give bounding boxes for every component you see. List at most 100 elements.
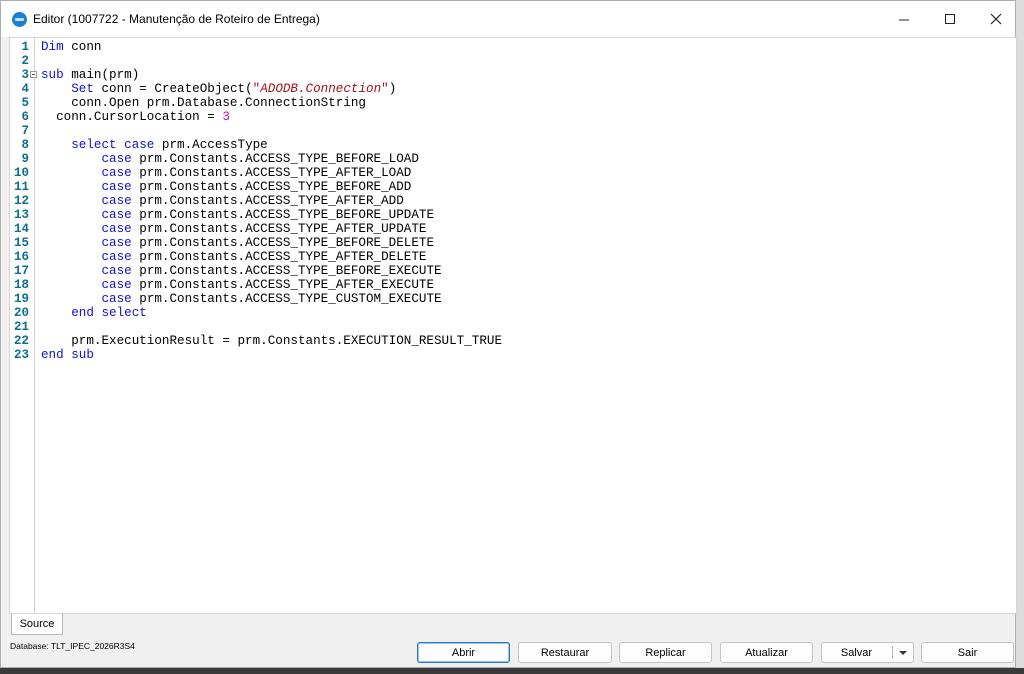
code-line[interactable]: 13 case prm.Constants.ACCESS_TYPE_BEFORE… (10, 208, 1016, 222)
code-text[interactable]: case prm.Constants.ACCESS_TYPE_BEFORE_EX… (41, 264, 442, 278)
code-keyword: case (101, 236, 132, 250)
code-line[interactable]: 19 case prm.Constants.ACCESS_TYPE_CUSTOM… (10, 292, 1016, 306)
code-text[interactable]: case prm.Constants.ACCESS_TYPE_AFTER_LOA… (41, 166, 411, 180)
code-line[interactable]: 22 prm.ExecutionResult = prm.Constants.E… (10, 334, 1016, 348)
code-text[interactable]: Dim conn (41, 40, 101, 54)
line-number: 1 (21, 40, 29, 54)
line-number: 10 (13, 166, 29, 180)
code-keyword: end select (71, 306, 147, 320)
code-line[interactable]: 10 case prm.Constants.ACCESS_TYPE_AFTER_… (10, 166, 1016, 180)
code-text[interactable]: case prm.Constants.ACCESS_TYPE_BEFORE_DE… (41, 236, 434, 250)
code-line[interactable]: 5 conn.Open prm.Database.ConnectionStrin… (10, 96, 1016, 110)
atualizar-button[interactable]: Atualizar (720, 642, 813, 663)
line-number: 19 (13, 292, 29, 306)
code-token: prm.Constants.ACCESS_TYPE_AFTER_DELETE (131, 250, 427, 264)
code-line[interactable]: 11 case prm.Constants.ACCESS_TYPE_BEFORE… (10, 180, 1016, 194)
code-string: " (381, 82, 389, 96)
code-text[interactable]: case prm.Constants.ACCESS_TYPE_AFTER_ADD (41, 194, 404, 208)
code-line[interactable]: 16 case prm.Constants.ACCESS_TYPE_AFTER_… (10, 250, 1016, 264)
code-line[interactable]: 8 select case prm.AccessType (10, 138, 1016, 152)
code-line[interactable]: 15 case prm.Constants.ACCESS_TYPE_BEFORE… (10, 236, 1016, 250)
code-text[interactable]: case prm.Constants.ACCESS_TYPE_BEFORE_UP… (41, 208, 434, 222)
code-keyword: case (101, 208, 132, 222)
split-separator (892, 646, 893, 659)
code-line[interactable]: 23 end sub (10, 348, 1016, 362)
code-line[interactable]: 7 (10, 124, 1016, 138)
title-bar[interactable]: Editor (1007722 - Manutenção de Roteiro … (1, 1, 1015, 37)
code-keyword: select case (71, 138, 155, 152)
minimize-button[interactable] (881, 1, 927, 37)
line-number: 22 (13, 334, 29, 348)
code-text[interactable]: select case prm.AccessType (41, 138, 268, 152)
code-line[interactable]: 9 case prm.Constants.ACCESS_TYPE_BEFORE_… (10, 152, 1016, 166)
line-number: 4 (21, 82, 29, 96)
code-line[interactable]: 18 case prm.Constants.ACCESS_TYPE_AFTER_… (10, 278, 1016, 292)
code-editor[interactable]: 1 Dim conn 2 3 sub main(prm) 4 Set conn = Cre… (9, 37, 1017, 614)
maximize-button[interactable] (927, 1, 973, 37)
minimize-icon (898, 19, 909, 20)
code-line[interactable]: 17 case prm.Constants.ACCESS_TYPE_BEFORE… (10, 264, 1016, 278)
abrir-button[interactable]: Abrir (417, 642, 510, 663)
code-token: ) (388, 82, 397, 96)
line-number: 2 (21, 54, 29, 68)
code-line[interactable]: 21 (10, 320, 1016, 334)
replicar-button[interactable]: Replicar (619, 642, 712, 663)
code-text[interactable]: end sub (41, 348, 94, 362)
code-keyword: case (101, 152, 132, 166)
line-number: 8 (21, 138, 29, 152)
close-button[interactable] (973, 1, 1019, 37)
code-text[interactable]: conn.CursorLocation = 3 (41, 110, 230, 124)
code-lines[interactable]: 1 Dim conn 2 3 sub main(prm) 4 Set conn = Cre… (10, 40, 1016, 362)
code-text[interactable]: end select (41, 306, 147, 320)
code-text[interactable]: prm.ExecutionResult = prm.Constants.EXEC… (41, 334, 502, 348)
code-text[interactable]: case prm.Constants.ACCESS_TYPE_AFTER_EXE… (41, 278, 434, 292)
code-text[interactable]: Set conn = CreateObject("ADODB.Connectio… (41, 82, 396, 96)
code-token: main(prm) (63, 68, 140, 82)
code-token: prm.Constants.ACCESS_TYPE_BEFORE_EXECUTE (131, 264, 442, 278)
chevron-down-icon[interactable] (899, 651, 907, 655)
code-text[interactable]: sub main(prm) (41, 68, 139, 82)
code-text[interactable]: conn.Open prm.Database.ConnectionString (41, 96, 366, 110)
code-text[interactable]: case prm.Constants.ACCESS_TYPE_BEFORE_LO… (41, 152, 418, 166)
code-line[interactable]: 6 conn.CursorLocation = 3 (10, 110, 1016, 124)
code-line[interactable]: 20 end select (10, 306, 1016, 320)
code-line[interactable]: 2 (10, 54, 1016, 68)
maximize-icon (944, 13, 955, 24)
code-token: prm.Constants.ACCESS_TYPE_AFTER_UPDATE (131, 222, 427, 236)
code-text[interactable]: case prm.Constants.ACCESS_TYPE_AFTER_UPD… (41, 222, 426, 236)
code-keyword: case (101, 292, 132, 306)
restaurar-button[interactable]: Restaurar (518, 642, 612, 663)
code-text[interactable]: case prm.Constants.ACCESS_TYPE_AFTER_DEL… (41, 250, 426, 264)
editor-tab-bar: Source (9, 614, 1017, 636)
fold-toggle-icon[interactable] (30, 71, 37, 78)
code-token: conn (63, 40, 102, 54)
code-token: prm.Constants.ACCESS_TYPE_AFTER_ADD (131, 194, 404, 208)
code-text[interactable]: case prm.Constants.ACCESS_TYPE_CUSTOM_EX… (41, 292, 441, 306)
code-line[interactable]: 14 case prm.Constants.ACCESS_TYPE_AFTER_… (10, 222, 1016, 236)
tab-source[interactable]: Source (11, 614, 63, 635)
line-number: 7 (21, 124, 29, 138)
code-token: prm.Constants.ACCESS_TYPE_BEFORE_UPDATE (131, 208, 435, 222)
code-text[interactable]: case prm.Constants.ACCESS_TYPE_BEFORE_AD… (41, 180, 411, 194)
app-icon (12, 11, 27, 27)
code-line[interactable]: 1 Dim conn (10, 40, 1016, 54)
code-line[interactable]: 3 sub main(prm) (10, 68, 1016, 82)
line-number: 5 (21, 96, 29, 110)
window-title: Editor (1007722 - Manutenção de Roteiro … (33, 12, 320, 26)
salvar-button-label[interactable]: Salvar (841, 647, 872, 659)
sair-button[interactable]: Sair (921, 642, 1014, 663)
code-keyword: end sub (41, 348, 94, 362)
line-number: 18 (13, 278, 29, 292)
salvar-split-button[interactable]: Salvar (821, 642, 914, 663)
line-number: 6 (21, 110, 29, 124)
code-line[interactable]: 12 case prm.Constants.ACCESS_TYPE_AFTER_… (10, 194, 1016, 208)
line-number: 21 (13, 320, 29, 334)
code-keyword: sub (41, 68, 64, 82)
code-line[interactable]: 4 Set conn = CreateObject("ADODB.Connect… (10, 82, 1016, 96)
